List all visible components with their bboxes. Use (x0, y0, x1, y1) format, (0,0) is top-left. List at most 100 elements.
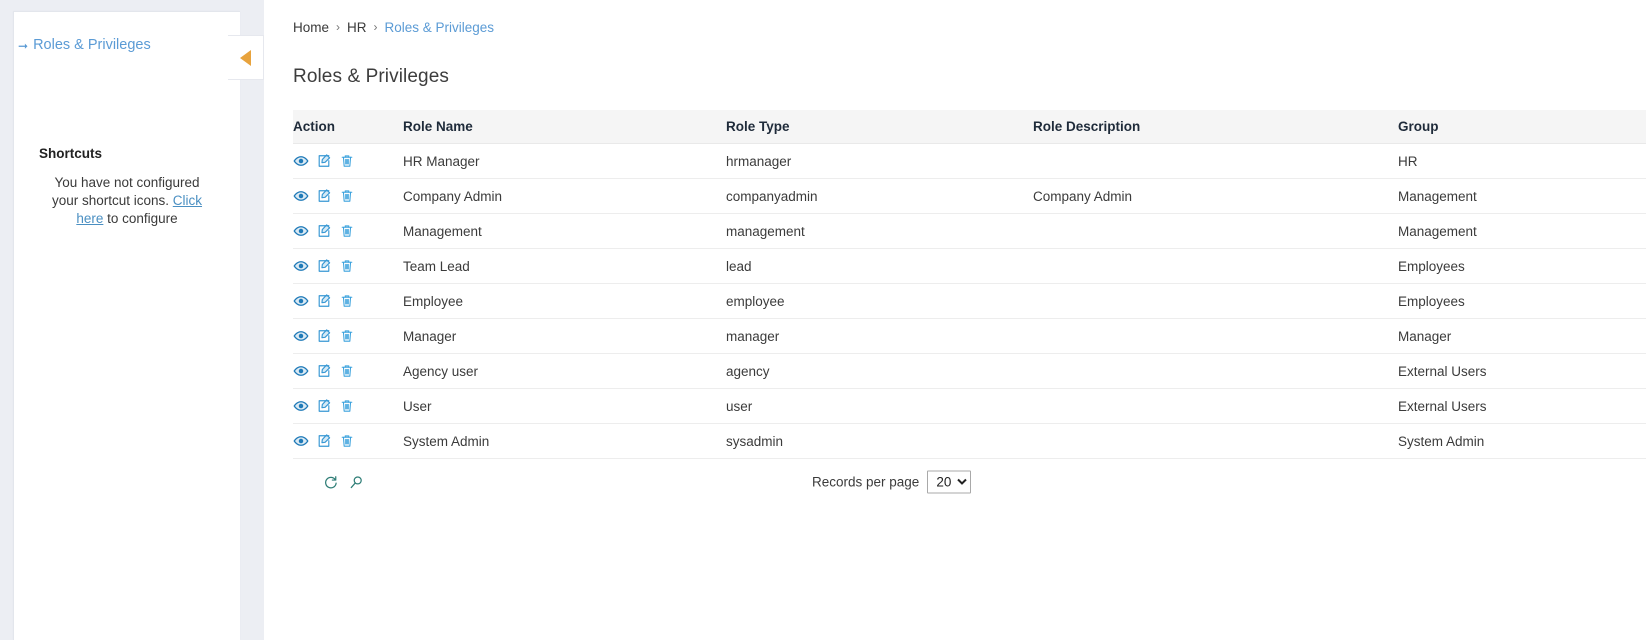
cell-group: Employees (1398, 248, 1646, 284)
cell-role-name: User (403, 388, 726, 424)
cell-role-name: Manager (403, 318, 726, 354)
cell-group: Employees (1398, 283, 1646, 319)
view-icon[interactable] (293, 258, 309, 274)
sidebar-item-label: Roles & Privileges (33, 37, 151, 53)
cell-role-description (1033, 248, 1398, 284)
view-icon[interactable] (293, 363, 309, 379)
cell-action (293, 248, 403, 284)
view-icon[interactable] (293, 223, 309, 239)
breadcrumb-item-home[interactable]: Home (293, 20, 329, 35)
edit-icon[interactable] (316, 293, 332, 309)
cell-role-type: hrmanager (726, 143, 1033, 179)
cell-action (293, 143, 403, 179)
cell-role-type: user (726, 388, 1033, 424)
cell-action (293, 423, 403, 459)
view-icon[interactable] (293, 188, 309, 204)
table-row: Company Admin companyadmin Company Admin Ma… (293, 178, 1646, 214)
cell-role-description (1033, 283, 1398, 319)
view-icon[interactable] (293, 328, 309, 344)
cell-role-description (1033, 423, 1398, 459)
delete-icon[interactable] (339, 258, 355, 274)
edit-icon[interactable] (316, 398, 332, 414)
cell-action (293, 178, 403, 214)
breadcrumb: Home › HR › Roles & Privileges (264, 17, 1646, 37)
records-per-page-group: Records per page 20 (812, 470, 972, 494)
view-icon[interactable] (293, 293, 309, 309)
edit-icon[interactable] (316, 363, 332, 379)
delete-icon[interactable] (339, 153, 355, 169)
edit-icon[interactable] (316, 153, 332, 169)
edit-icon[interactable] (316, 188, 332, 204)
row-action-buttons (293, 153, 403, 169)
edit-icon[interactable] (316, 433, 332, 449)
cell-action (293, 213, 403, 249)
table-footer: Records per page 20 (322, 459, 1646, 505)
cell-group: External Users (1398, 388, 1646, 424)
table-row: User user External Users (293, 388, 1646, 424)
cell-action (293, 283, 403, 319)
sidebar-collapse-button[interactable] (228, 35, 264, 80)
view-icon[interactable] (293, 153, 309, 169)
cell-role-type: employee (726, 283, 1033, 319)
sidebar-panel: ➞ Roles & Privileges Shortcuts You have … (13, 11, 240, 640)
cell-role-type: sysadmin (726, 423, 1033, 459)
column-header-action: Action (293, 110, 403, 144)
cell-role-name: Team Lead (403, 248, 726, 284)
page-title: Roles & Privileges (293, 66, 449, 87)
shortcuts-message: You have not configured your shortcut ic… (28, 174, 226, 228)
view-icon[interactable] (293, 398, 309, 414)
cell-role-type: management (726, 213, 1033, 249)
cell-role-name: Management (403, 213, 726, 249)
search-icon[interactable] (348, 474, 365, 491)
row-action-buttons (293, 433, 403, 449)
table-header: Action Role Name Role Type Role Descript… (293, 110, 1646, 144)
delete-icon[interactable] (339, 328, 355, 344)
table-body: HR Manager hrmanager HR Company Admin compan… (293, 143, 1646, 459)
records-per-page-label: Records per page (812, 474, 920, 490)
view-icon[interactable] (293, 433, 309, 449)
table-row: Manager manager Manager (293, 318, 1646, 354)
sidebar: ➞ Roles & Privileges Shortcuts You have … (0, 0, 264, 640)
edit-icon[interactable] (316, 258, 332, 274)
cell-role-description (1033, 143, 1398, 179)
cell-role-description (1033, 213, 1398, 249)
table-row: Management management Management (293, 213, 1646, 249)
row-action-buttons (293, 258, 403, 274)
cell-role-name: Company Admin (403, 178, 726, 214)
row-action-buttons (293, 223, 403, 239)
delete-icon[interactable] (339, 398, 355, 414)
delete-icon[interactable] (339, 223, 355, 239)
records-per-page-select[interactable]: 20 (927, 470, 972, 494)
table-row: System Admin sysadmin System Admin (293, 423, 1646, 459)
edit-icon[interactable] (316, 328, 332, 344)
arrow-down-right-icon: ➞ (18, 38, 29, 53)
column-header-role-name: Role Name (403, 110, 726, 144)
table-row: Team Lead lead Employees (293, 248, 1646, 284)
cell-role-description (1033, 388, 1398, 424)
cell-role-description (1033, 318, 1398, 354)
delete-icon[interactable] (339, 433, 355, 449)
cell-group: Manager (1398, 318, 1646, 354)
cell-group: System Admin (1398, 423, 1646, 459)
refresh-icon[interactable] (322, 474, 339, 491)
row-action-buttons (293, 328, 403, 344)
edit-icon[interactable] (316, 223, 332, 239)
cell-group: HR (1398, 143, 1646, 179)
breadcrumb-item-hr[interactable]: HR (347, 20, 367, 35)
cell-role-type: manager (726, 318, 1033, 354)
table-row: Employee employee Employees (293, 283, 1646, 319)
cell-action (293, 318, 403, 354)
triangle-left-icon (240, 49, 251, 66)
cell-group: External Users (1398, 353, 1646, 389)
main-content: Home › HR › Roles & Privileges Roles & P… (264, 0, 1646, 640)
cell-action (293, 388, 403, 424)
table-header-row: Action Role Name Role Type Role Descript… (293, 110, 1646, 144)
delete-icon[interactable] (339, 188, 355, 204)
delete-icon[interactable] (339, 293, 355, 309)
column-header-group: Group (1398, 110, 1646, 144)
shortcuts-message-part2: to configure (103, 210, 178, 226)
sidebar-item-roles-privileges[interactable]: ➞ Roles & Privileges (14, 32, 240, 59)
app-root: ➞ Roles & Privileges Shortcuts You have … (0, 0, 1646, 640)
delete-icon[interactable] (339, 363, 355, 379)
roles-table-container: Action Role Name Role Type Role Descript… (264, 110, 1646, 505)
